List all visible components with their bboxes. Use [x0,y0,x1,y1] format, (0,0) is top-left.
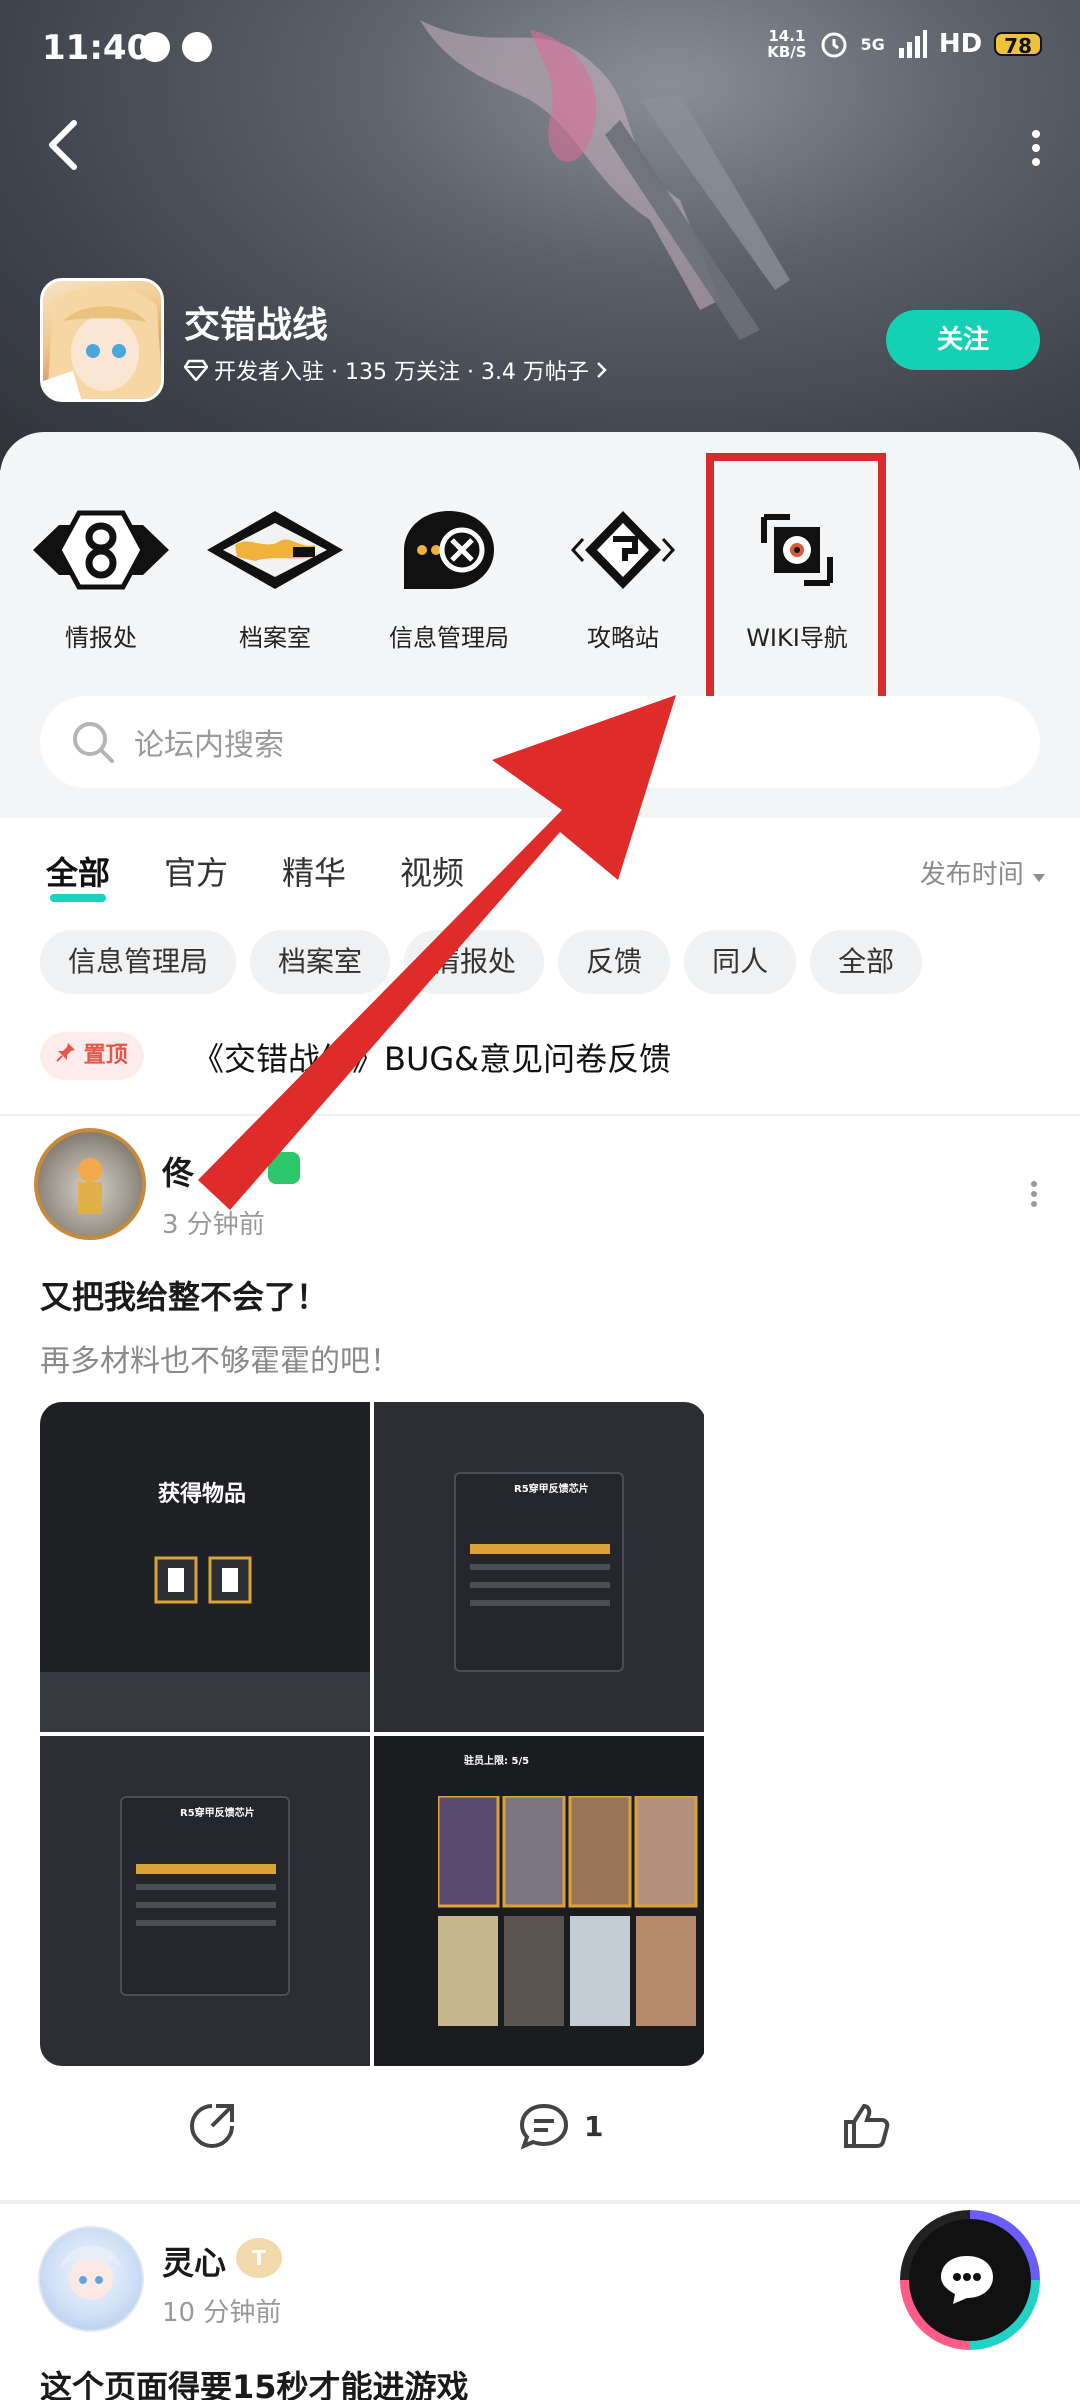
post-image-grid: 获得物品 R5穿甲反馈芯片 R5穿甲反馈芯片 驻员上限: 5/5 [40,1402,706,2066]
sort-dropdown[interactable]: 发布时间 [920,854,1046,891]
category-chips: 信息管理局 档案室 情报处 反馈 同人 全部 [40,930,923,994]
chip-feedback[interactable]: 反馈 [558,930,671,994]
more-vertical-icon[interactable] [1026,128,1046,168]
intel-emblem-icon [33,510,169,590]
image-caption: 驻员上限: 5/5 [464,1756,530,1767]
image-caption: 获得物品 [158,1482,247,1507]
info-bureau-icon [404,511,494,589]
signal-icon [898,30,927,58]
hd-indicator: HD [938,29,983,59]
post-image-2[interactable]: R5穿甲反馈芯片 [374,1402,704,1732]
chip-detail-panel: R5穿甲反馈芯片 [454,1472,624,1672]
thumbs-up-icon [844,2103,890,2148]
post-actions: 1 [0,2100,1080,2160]
back-arrow-icon[interactable] [40,115,90,175]
quick-link-label: 档案室 [239,624,311,652]
tab-video[interactable]: 视频 [400,848,464,894]
post2-author-name[interactable]: 灵心 [162,2238,226,2284]
forum-avatar-art [43,286,161,399]
chat-notification-icon [182,32,212,62]
post-author-avatar[interactable] [34,1128,146,1240]
forum-meta-text: 开发者入驻 · 135 万关注 · 3.4 万帖子 [214,360,589,385]
quick-link-label: 攻略站 [587,624,659,652]
divider [0,2200,1080,2204]
quick-link-label: 信息管理局 [389,624,509,652]
share-button[interactable] [186,2100,238,2152]
image-caption: R5穿甲反馈芯片 [514,1484,589,1495]
forum-banner: 11:40 14.1 KB/S 5G HD 78 交错战线 开发者入驻 · 13… [0,0,1080,470]
caret-down-icon [1033,874,1045,882]
share-icon [190,2104,234,2148]
quick-link-archive[interactable]: 档案室 [188,490,362,653]
post-time: 3 分钟前 [162,1210,265,1240]
search-icon [73,722,114,763]
floating-chat-button[interactable] [900,2210,1040,2350]
post2-title-badge: T [236,2238,282,2278]
pin-icon [56,1043,75,1062]
battery-indicator: 78 [994,32,1042,58]
status-bar: 11:40 14.1 KB/S 5G HD 78 [0,0,1080,95]
search-placeholder: 论坛内搜索 [134,728,284,763]
item-icons [154,1556,252,1604]
avatar-art [60,2245,122,2300]
forum-name: 交错战线 [184,305,329,346]
like-button[interactable] [840,2100,892,2152]
follow-button[interactable]: 关注 [886,310,1040,370]
chip-all[interactable]: 全部 [810,930,923,994]
tab-featured[interactable]: 精华 [282,848,346,894]
chevron-right-icon [597,362,607,378]
chip-fanart[interactable]: 同人 [684,930,797,994]
pinned-tag-label: 置顶 [83,1043,128,1068]
chip-archive[interactable]: 档案室 [250,930,391,994]
quick-link-guide[interactable]: 攻略站 [536,490,710,653]
app-notification-icon [140,32,170,62]
quick-link-info-bureau[interactable]: 信息管理局 [362,490,536,653]
post2-time: 10 分钟前 [162,2298,282,2328]
comment-button[interactable]: 1 [518,2100,603,2152]
chip-info-bureau[interactable]: 信息管理局 [40,930,237,994]
character-cards [438,1796,698,2026]
comment-icon [519,2103,569,2150]
chip-detail-panel: R5穿甲反馈芯片 [120,1796,290,1996]
quick-link-intel[interactable]: 情报处 [14,490,188,653]
net-speed: 14.1 KB/S [767,27,807,61]
diamond-verified-icon [184,359,208,381]
chip-intel[interactable]: 情报处 [404,930,545,994]
forum-avatar[interactable] [40,278,164,402]
tab-all[interactable]: 全部 [46,848,110,902]
post-image-1[interactable]: 获得物品 [40,1402,370,1732]
post2-title[interactable]: 这个页面得要15秒才能进游戏 [40,2362,469,2400]
post-author-name[interactable]: 佟 [162,1148,194,1194]
post-title[interactable]: 又把我给整不会了！ [40,1272,328,1318]
forum-search-bar[interactable]: 论坛内搜索 [40,696,1040,788]
image-caption: R5穿甲反馈芯片 [180,1808,255,1819]
tab-official[interactable]: 官方 [164,848,228,894]
chat-bubble-icon [941,2256,993,2304]
post-more-icon[interactable] [1028,1180,1040,1208]
post-filter-tabs: 全部 官方 精华 视频 [46,848,464,902]
archive-emblem-icon [207,511,343,589]
quick-link-label: 情报处 [65,624,137,652]
level-badge-icon [268,1152,300,1184]
post-image-3[interactable]: R5穿甲反馈芯片 [40,1736,370,2066]
guide-station-icon [570,511,676,589]
pinned-badge: 置顶 [40,1032,144,1080]
post2-author-avatar[interactable] [38,2226,144,2332]
post-body: 再多材料也不够霍霍的吧！ [40,1344,400,1379]
pinned-post-title[interactable]: 《交错战线》BUG&意见问卷反馈 [192,1034,671,1080]
status-right: 14.1 KB/S 5G HD 78 [767,28,1042,60]
divider [0,1114,1080,1116]
sort-label: 发布时间 [919,860,1024,890]
network-type: 5G [860,34,885,54]
comment-count: 1 [584,2109,604,2143]
avatar-art [78,1158,102,1214]
alarm-icon [821,32,847,58]
forum-meta[interactable]: 开发者入驻 · 135 万关注 · 3.4 万帖子 [184,354,609,386]
highlight-box [706,453,886,705]
post-image-4[interactable]: 驻员上限: 5/5 [374,1736,704,2066]
status-time: 11:40 [42,28,151,68]
